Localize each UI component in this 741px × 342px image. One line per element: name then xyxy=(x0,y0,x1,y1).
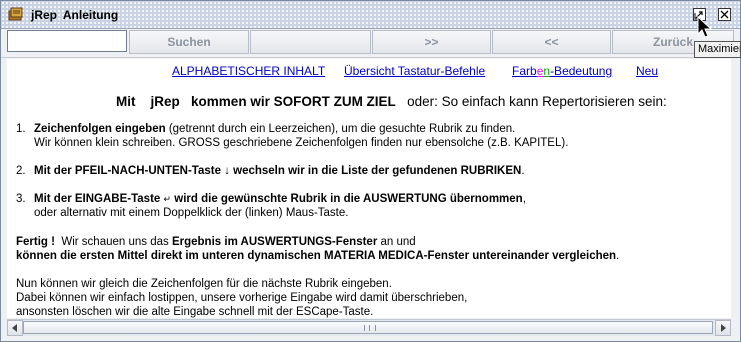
step-bold-2: wird die gewünschte Rubrik in die AUSWER… xyxy=(171,193,523,205)
step-text: . xyxy=(521,165,525,177)
page-heading: Mit jRep kommen wir SOFORT ZUM ZIEL oder… xyxy=(116,94,667,109)
window-title: jRep Anleitung xyxy=(31,8,119,22)
mouse-cursor-icon xyxy=(697,16,713,38)
horizontal-scrollbar[interactable] xyxy=(7,319,731,336)
search-button[interactable]: Suchen xyxy=(129,30,249,54)
result-text-2: an und xyxy=(377,236,416,248)
step-bold: Mit der PFEIL-NACH-UNTEN-Taste xyxy=(34,165,221,177)
help-content[interactable]: ALPHABETISCHER INHALT Übersicht Tastatur… xyxy=(7,59,731,318)
step-bold-2: wechseln wir in die Liste der gefundenen… xyxy=(229,165,522,177)
scrollbar-grip xyxy=(364,325,376,331)
step-3: 3. Mit der EINGABE-Taste ↵ wird die gewün… xyxy=(16,192,526,220)
scroll-right-button[interactable] xyxy=(715,320,731,336)
result-text: Wir schauen uns das xyxy=(54,236,172,248)
link-color-suffix: -Bedeutung xyxy=(550,64,613,78)
toolbar: Suchen >> << Zurück xyxy=(1,29,740,58)
help-window: jRep Anleitung Suchen >> << Zurück ALPHA… xyxy=(0,0,741,342)
step-number: 1. xyxy=(16,123,26,135)
result-line-2-end: . xyxy=(616,250,620,262)
step-text: , xyxy=(522,193,526,205)
result-bold: Fertig ! xyxy=(16,236,55,248)
link-new[interactable]: Neu xyxy=(636,64,658,78)
result-line-2: können die ersten Mittel direkt im unter… xyxy=(16,250,617,262)
blank-button[interactable] xyxy=(250,30,371,54)
step-line-2: oder alternativ mit einem Doppelklick de… xyxy=(34,207,349,219)
step-text: (getrennt durch ein Leerzeichen), um die… xyxy=(165,123,516,135)
scroll-left-button[interactable] xyxy=(7,320,23,336)
heading-with: Mit xyxy=(116,94,136,109)
search-input[interactable] xyxy=(7,30,127,52)
step-number: 3. xyxy=(16,193,26,205)
closing-paragraph: Nun können wir gleich die Zeichenfolgen … xyxy=(16,277,467,318)
closing-line: ansonsten löschen wir die alte Eingabe s… xyxy=(16,306,374,318)
scrollbar-thumb[interactable] xyxy=(23,321,713,334)
step-1: 1. Zeichenfolgen eingeben (getrennt durch… xyxy=(16,122,568,150)
heading-main: kommen wir SOFORT ZUM ZIEL xyxy=(191,94,396,109)
scroll-right-icon xyxy=(721,324,726,332)
closing-line: Nun können wir gleich die Zeichenfolgen … xyxy=(16,278,392,290)
scroll-left-icon xyxy=(12,324,17,332)
step-bold: Zeichenfolgen eingeben xyxy=(34,123,166,135)
link-color-prefix: Farb xyxy=(512,64,537,78)
title-bar[interactable]: jRep Anleitung xyxy=(1,1,740,29)
step-number: 2. xyxy=(16,165,26,177)
enter-key-icon: ↵ xyxy=(163,194,172,204)
close-button[interactable] xyxy=(718,8,731,21)
forward-button[interactable]: >> xyxy=(372,30,491,54)
heading-rest: oder: So einfach kann Repertorisieren se… xyxy=(407,94,667,109)
step-line-2: Wir können klein schreiben. GROSS geschr… xyxy=(34,137,569,149)
result-bold-2: Ergebnis im AUSWERTUNGS-Fenster xyxy=(171,236,378,248)
maximize-tooltip: Maximieren xyxy=(694,41,741,58)
back-button[interactable]: << xyxy=(492,30,611,54)
step-2: 2. Mit der PFEIL-NACH-UNTEN-Taste ↓ wechs… xyxy=(16,164,525,178)
step-bold: Mit der EINGABE-Taste xyxy=(34,193,161,205)
link-alphabetic-index[interactable]: ALPHABETISCHER INHALT xyxy=(172,64,325,78)
closing-line: Dabei können wir einfach lostippen, unse… xyxy=(16,292,468,304)
result-paragraph: Fertig ! Wir schauen uns das Ergebnis im… xyxy=(16,235,619,263)
link-keyboard-commands[interactable]: Übersicht Tastatur-Befehle xyxy=(344,64,485,78)
app-icon xyxy=(8,7,24,22)
heading-app: jRep xyxy=(150,94,180,109)
link-color-meaning[interactable]: Farben-Bedeutung xyxy=(512,64,612,78)
close-icon xyxy=(720,10,729,19)
